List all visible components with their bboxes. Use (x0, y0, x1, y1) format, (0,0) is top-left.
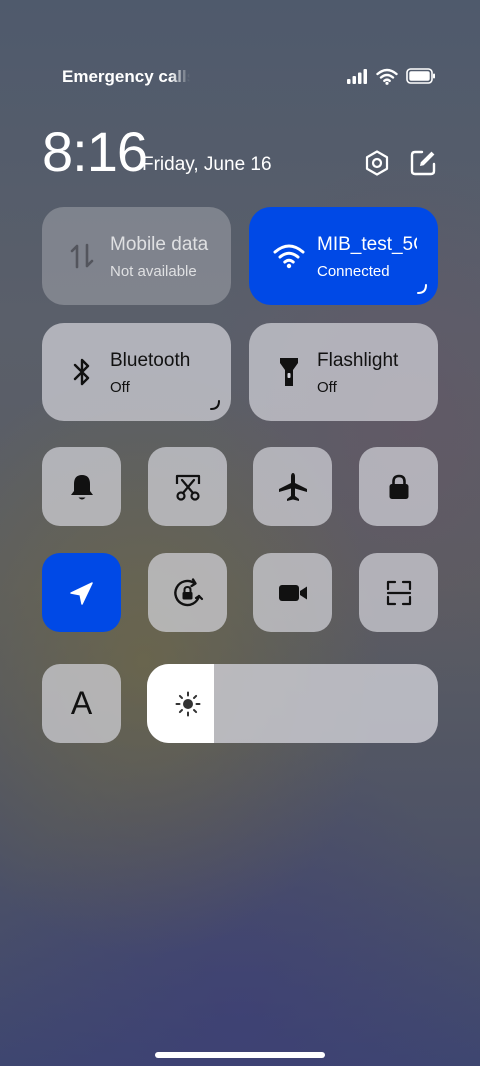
edit-icon[interactable] (408, 148, 438, 178)
flashlight-tile[interactable]: Flashlight Off (249, 323, 438, 421)
rotation-lock-tile[interactable] (148, 553, 227, 632)
lock-icon (383, 471, 415, 503)
carrier-text: Emergency calls (62, 67, 190, 86)
bluetooth-title: Bluetooth (110, 350, 191, 371)
mobile-data-subtitle: Not available (110, 263, 197, 280)
bluetooth-icon (66, 356, 98, 388)
bluetooth-tile[interactable]: Bluetooth Off (42, 323, 231, 421)
wifi-tile[interactable]: MIB_test_5G Connected (249, 207, 438, 305)
sun-icon (173, 689, 203, 719)
signal-icon (346, 68, 368, 84)
status-bar: Emergency calls (0, 0, 480, 100)
wifi-subtitle: Connected (317, 263, 390, 280)
video-camera-icon (277, 577, 309, 609)
wifi-title: MIB_test_5G (317, 234, 417, 255)
silent-tile[interactable] (42, 447, 121, 526)
expand-corner-icon[interactable] (209, 399, 221, 411)
lock-screen-tile[interactable] (359, 447, 438, 526)
expand-corner-icon[interactable] (416, 283, 428, 295)
bluetooth-subtitle: Off (110, 379, 130, 396)
bell-icon (66, 471, 98, 503)
battery-icon (406, 68, 436, 84)
font-size-label: A (70, 685, 93, 721)
flashlight-icon (273, 356, 305, 388)
brightness-slider[interactable] (147, 664, 438, 743)
wifi-icon (376, 68, 398, 85)
airplane-icon (277, 471, 309, 503)
location-arrow-icon (66, 577, 98, 609)
scanner-tile[interactable] (359, 553, 438, 632)
settings-icon[interactable] (362, 148, 392, 178)
mobile-data-icon (66, 240, 98, 272)
rotation-lock-icon (172, 577, 204, 609)
clock-time: 8:16 (42, 120, 148, 183)
scissors-icon (172, 471, 204, 503)
clock-date: Friday, June 16 (142, 154, 272, 175)
scan-frame-icon (383, 577, 415, 609)
mobile-data-title: Mobile data (110, 234, 209, 255)
screen-recorder-tile[interactable] (253, 553, 332, 632)
clock-row: 8:16 Friday, June 16 (42, 120, 438, 190)
screenshot-tile[interactable] (148, 447, 227, 526)
location-tile[interactable] (42, 553, 121, 632)
home-indicator[interactable] (155, 1052, 325, 1058)
font-size-tile[interactable]: A (42, 664, 121, 743)
flashlight-subtitle: Off (317, 379, 337, 396)
mobile-data-tile[interactable]: Mobile data Not available (42, 207, 231, 305)
airplane-mode-tile[interactable] (253, 447, 332, 526)
flashlight-title: Flashlight (317, 350, 399, 371)
wifi-icon (273, 240, 305, 272)
